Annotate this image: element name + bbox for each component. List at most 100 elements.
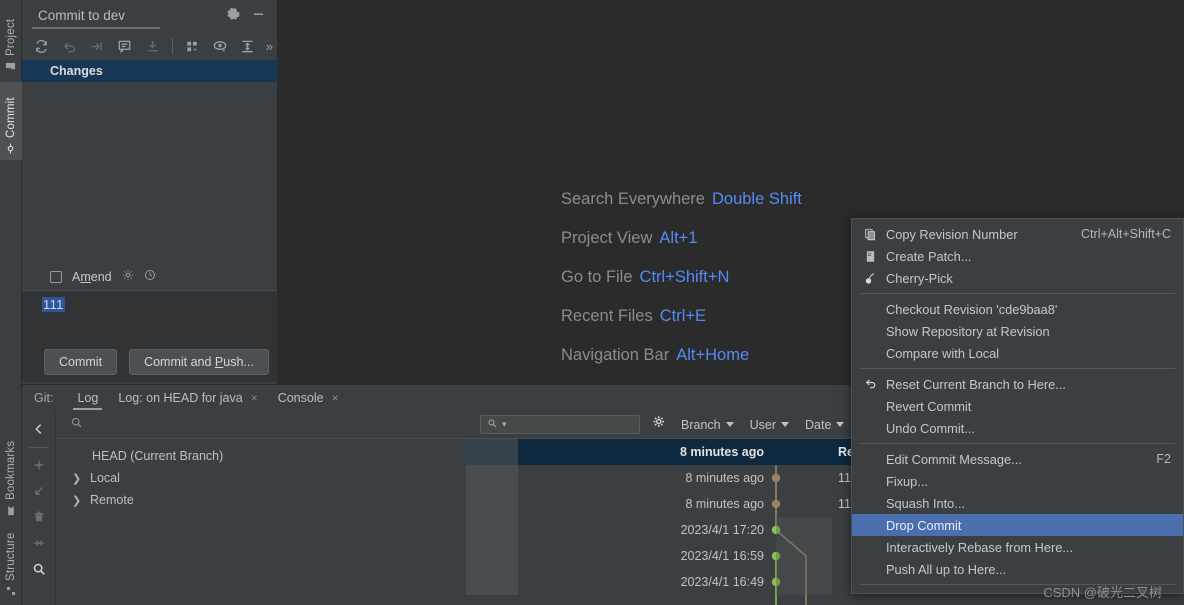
shortcut-action: Navigation Bar bbox=[561, 346, 670, 364]
import-icon[interactable] bbox=[26, 479, 52, 503]
chevron-down-icon bbox=[836, 422, 845, 427]
chevron-down-icon bbox=[781, 422, 790, 427]
left-tool-strip: Project Commit Bookmarks Structure bbox=[0, 0, 22, 605]
menu-item-label: Squash Into... bbox=[886, 495, 965, 511]
sidebar-item-label: Commit bbox=[5, 97, 17, 138]
filter-user[interactable]: User bbox=[749, 417, 790, 432]
commit-and-push-button[interactable]: Commit and Push... bbox=[129, 349, 269, 375]
search-icon bbox=[487, 416, 498, 434]
menu-item-reset-current-branch-to-here[interactable]: Reset Current Branch to Here... bbox=[852, 373, 1183, 395]
menu-separator bbox=[860, 293, 1175, 294]
shortcut-key: Ctrl+Shift+N bbox=[639, 268, 730, 286]
log-search-field[interactable]: ▾ bbox=[480, 415, 640, 434]
menu-item-label: Cherry-Pick bbox=[886, 270, 953, 286]
shortcut-action: Go to File bbox=[561, 268, 633, 286]
filter-label: User bbox=[749, 417, 777, 432]
watermark-text: CSDN @破光二叉树 bbox=[1043, 585, 1162, 600]
commit-date: 8 minutes ago bbox=[685, 471, 764, 485]
amend-checkbox[interactable] bbox=[50, 271, 62, 283]
branch-node-remote[interactable]: ❯ Remote bbox=[56, 489, 466, 511]
tab-log-on-head-for-java[interactable]: Log: on HEAD for java × bbox=[108, 388, 267, 409]
search-icon[interactable] bbox=[26, 557, 52, 581]
collapse-left-icon[interactable] bbox=[26, 417, 52, 441]
log-search-input[interactable] bbox=[510, 417, 621, 432]
changes-list[interactable] bbox=[22, 82, 277, 264]
show-diff-icon[interactable] bbox=[111, 34, 139, 58]
collapse-all-icon[interactable] bbox=[26, 531, 52, 555]
copy-icon bbox=[862, 228, 878, 241]
menu-item-compare-with-local[interactable]: Compare with Local bbox=[852, 342, 1183, 364]
gear-icon[interactable] bbox=[227, 7, 240, 25]
shortcut-key: Alt+1 bbox=[659, 229, 698, 247]
shortcut-key: Alt+Home bbox=[676, 346, 750, 364]
branch-search-row[interactable] bbox=[56, 411, 466, 439]
tab-console[interactable]: Console × bbox=[268, 388, 349, 409]
refresh-icon[interactable] bbox=[28, 34, 56, 58]
tab-log[interactable]: Log bbox=[67, 388, 108, 410]
expand-collapse-icon[interactable] bbox=[234, 34, 262, 58]
amend-label: Amend bbox=[72, 270, 112, 284]
branch-node-label: HEAD (Current Branch) bbox=[92, 449, 224, 463]
menu-item-squash-into[interactable]: Squash Into... bbox=[852, 492, 1183, 514]
menu-item-fixup[interactable]: Fixup... bbox=[852, 470, 1183, 492]
close-icon[interactable]: × bbox=[332, 391, 339, 405]
menu-item-label: Fixup... bbox=[886, 473, 928, 489]
commit-button-row: Commit Commit and Push... bbox=[22, 342, 277, 382]
tab-label: Log bbox=[77, 390, 99, 405]
sidebar-item-project[interactable]: Project bbox=[0, 4, 22, 78]
add-icon[interactable] bbox=[26, 453, 52, 477]
menu-item-interactively-rebase-from-here[interactable]: Interactively Rebase from Here... bbox=[852, 536, 1183, 558]
filter-branch[interactable]: Branch bbox=[681, 418, 734, 432]
shortcut-action: Search Everywhere bbox=[561, 190, 705, 208]
menu-item-label: Create Patch... bbox=[886, 248, 972, 264]
gear-icon[interactable] bbox=[122, 268, 134, 286]
menu-item-cherry-pick[interactable]: Cherry-Pick bbox=[852, 267, 1183, 289]
more-chevron-icon[interactable]: » bbox=[262, 39, 277, 54]
menu-item-revert-commit[interactable]: Revert Commit bbox=[852, 395, 1183, 417]
chevron-right-icon[interactable]: ❯ bbox=[72, 472, 82, 485]
shortcut-row: Project View Alt+1 bbox=[561, 229, 802, 248]
update-icon[interactable] bbox=[138, 34, 166, 58]
close-icon[interactable]: × bbox=[251, 391, 258, 405]
chevron-right-icon[interactable]: ❯ bbox=[72, 494, 82, 507]
minimize-icon[interactable] bbox=[252, 7, 265, 25]
commit-message-input[interactable]: 111 bbox=[22, 290, 277, 342]
branch-tree: HEAD (Current Branch) ❯ Local ❯ Remote bbox=[56, 439, 466, 511]
shelve-icon[interactable] bbox=[83, 34, 111, 58]
history-icon[interactable] bbox=[144, 268, 156, 286]
search-dropdown-caret-icon[interactable]: ▾ bbox=[502, 419, 507, 430]
filter-date[interactable]: Date bbox=[805, 418, 845, 432]
sidebar-item-bookmarks[interactable]: Bookmarks bbox=[0, 432, 22, 522]
menu-item-checkout-revision[interactable]: Checkout Revision 'cde9baa8' bbox=[852, 298, 1183, 320]
rollback-icon[interactable] bbox=[56, 34, 84, 58]
blurred-author-cell bbox=[466, 569, 518, 595]
menu-item-push-all-up-to-here[interactable]: Push All up to Here... bbox=[852, 558, 1183, 580]
sidebar-item-structure[interactable]: Structure bbox=[0, 530, 22, 602]
folder-icon bbox=[5, 61, 17, 72]
menu-item-label: Push All up to Here... bbox=[886, 561, 1007, 577]
patch-icon bbox=[862, 250, 878, 263]
tab-label: Log: on HEAD for java bbox=[118, 390, 243, 405]
log-settings-gear-icon[interactable] bbox=[652, 415, 667, 435]
menu-item-show-repository-at-revision[interactable]: Show Repository at Revision bbox=[852, 320, 1183, 342]
commit-window-title: Commit to dev bbox=[38, 7, 126, 23]
changes-label: Changes bbox=[50, 64, 103, 78]
menu-item-undo-commit[interactable]: Undo Commit... bbox=[852, 417, 1183, 439]
branch-node-head[interactable]: HEAD (Current Branch) bbox=[56, 445, 466, 467]
blurred-author-cell bbox=[466, 439, 518, 465]
menu-item-label: Checkout Revision 'cde9baa8' bbox=[886, 301, 1058, 317]
preview-icon[interactable] bbox=[207, 34, 235, 58]
group-by-icon[interactable] bbox=[179, 34, 207, 58]
changes-section-header[interactable]: Changes bbox=[22, 60, 277, 82]
sidebar-item-commit[interactable]: Commit bbox=[0, 82, 22, 160]
menu-item-create-patch[interactable]: Create Patch... bbox=[852, 245, 1183, 267]
menu-item-edit-commit-message[interactable]: Edit Commit Message... F2 bbox=[852, 448, 1183, 470]
menu-item-copy-revision-number[interactable]: Copy Revision Number Ctrl+Alt+Shift+C bbox=[852, 223, 1183, 245]
commit-button[interactable]: Commit bbox=[44, 349, 118, 375]
shortcut-key: Ctrl+E bbox=[659, 307, 707, 325]
branch-search-input[interactable] bbox=[91, 417, 391, 432]
menu-item-drop-commit[interactable]: Drop Commit bbox=[852, 514, 1183, 536]
branch-node-local[interactable]: ❯ Local bbox=[56, 467, 466, 489]
delete-icon[interactable] bbox=[26, 505, 52, 529]
shortcut-row: Recent Files Ctrl+E bbox=[561, 307, 802, 326]
